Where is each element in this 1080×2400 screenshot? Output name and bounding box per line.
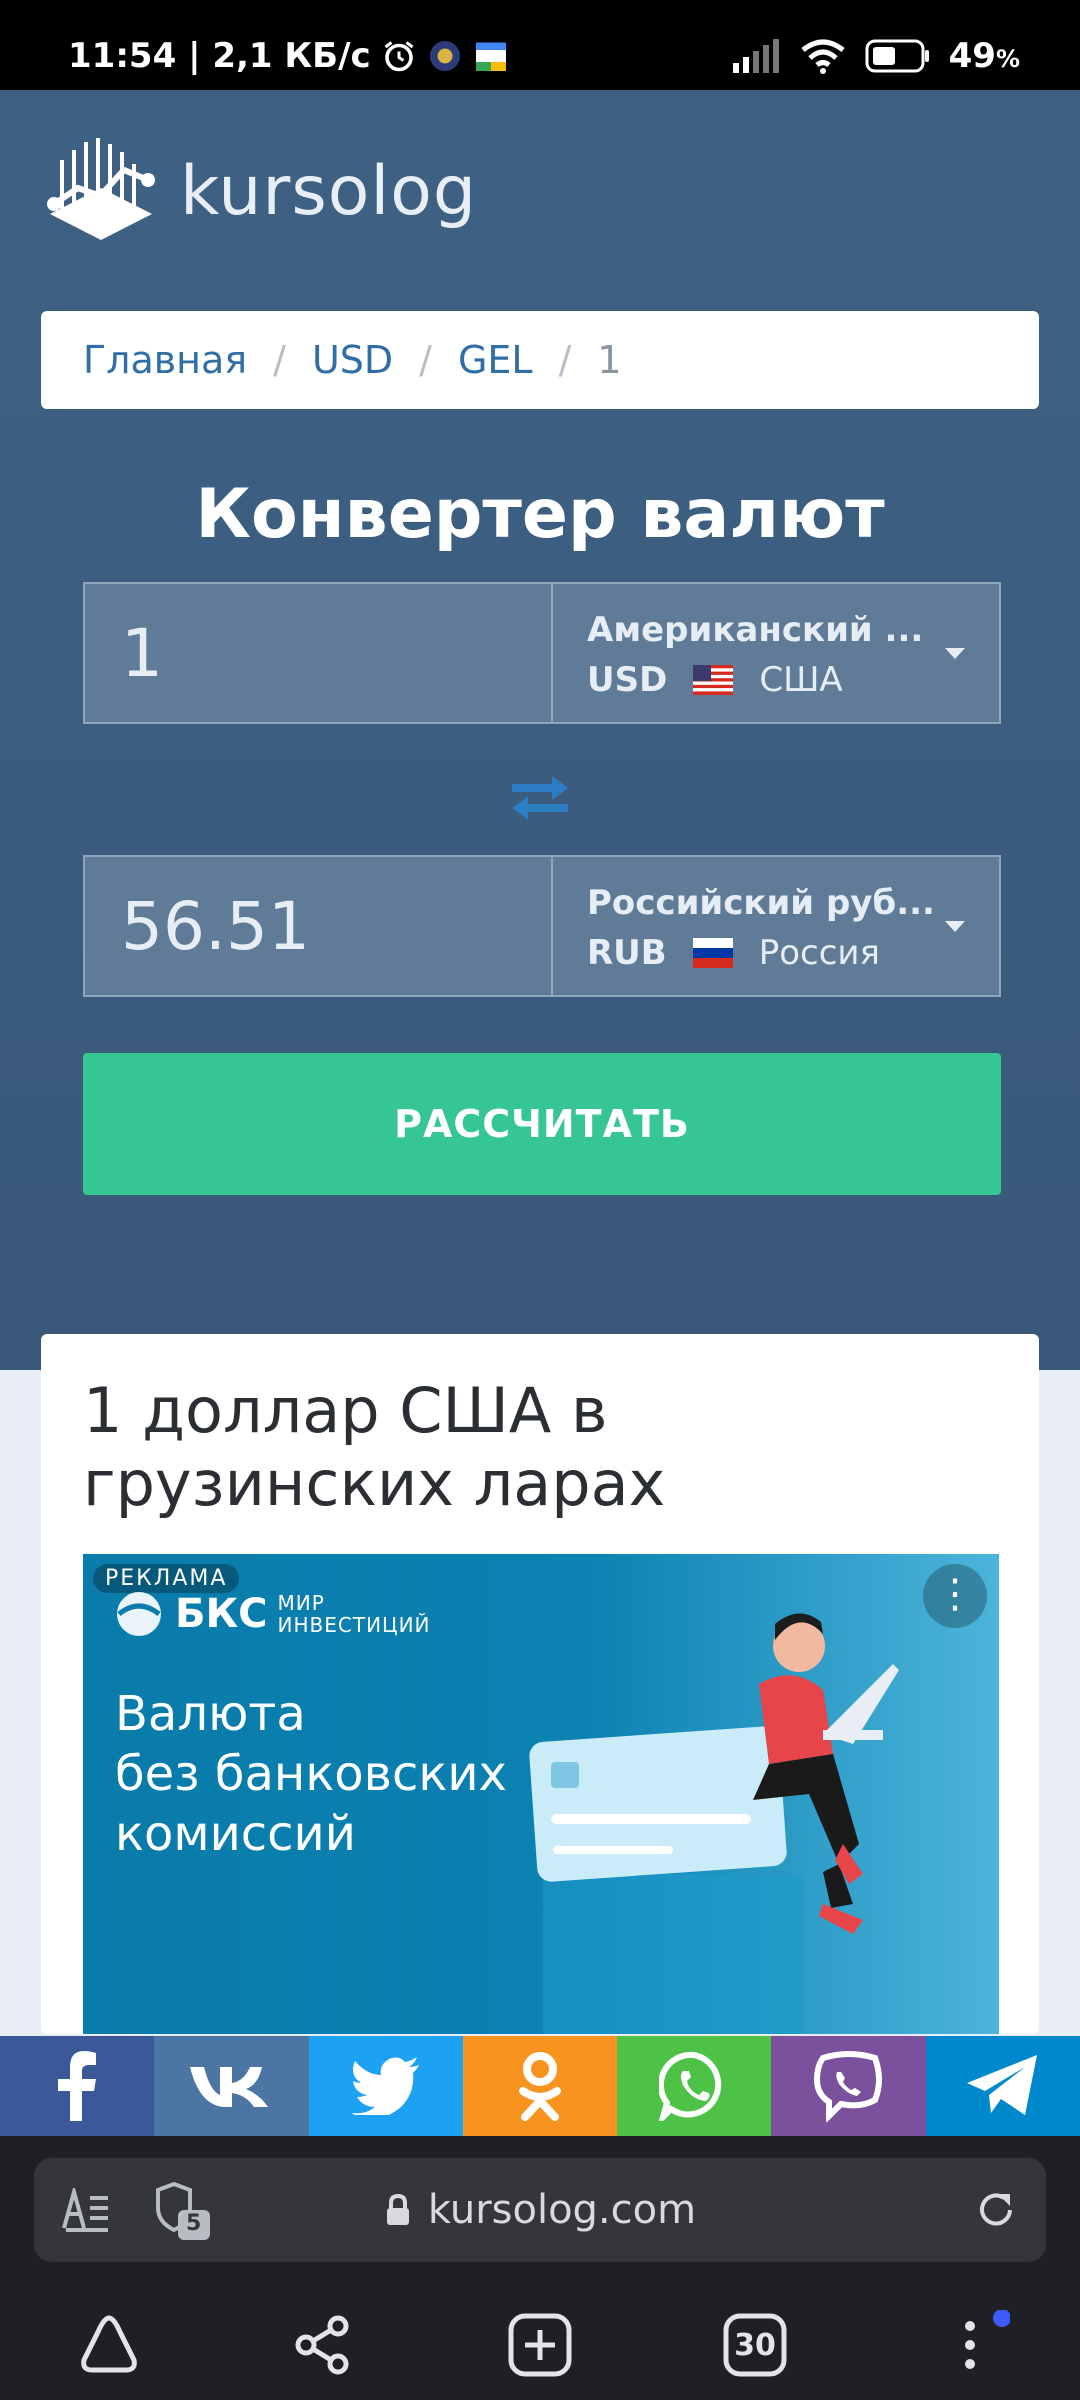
calculate-button[interactable]: РАССЧИТАТЬ <box>83 1053 1001 1195</box>
from-currency-country: США <box>759 660 843 700</box>
to-currency-country: Россия <box>758 933 880 973</box>
battery-level: 49% <box>948 36 1020 76</box>
ad-headline: Валюта без банковских комиссий <box>115 1686 507 1862</box>
wifi-icon <box>801 39 845 74</box>
url-text: kursolog.com <box>427 2187 697 2233</box>
usa-flag-icon <box>693 665 734 695</box>
swap-icon[interactable] <box>506 768 574 828</box>
ad-menu-button[interactable]: ⋮ <box>923 1564 987 1628</box>
tabs-button[interactable]: 30 <box>720 2310 790 2380</box>
chevron-down-icon <box>945 921 965 932</box>
russia-flag-icon <box>692 938 733 968</box>
to-currency-name: Российский руб... <box>587 883 935 923</box>
facebook-icon <box>58 2051 97 2121</box>
site-logo[interactable]: kursolog <box>40 130 477 252</box>
share-icon[interactable] <box>288 2310 358 2380</box>
odnoklassniki-icon <box>518 2052 561 2121</box>
whatsapp-share-button[interactable] <box>617 2036 772 2136</box>
ad-brand: БКС МИР ИНВЕСТИЦИЙ <box>115 1590 431 1638</box>
ad-brand-name: БКС <box>175 1591 268 1637</box>
from-amount-input[interactable]: 1 <box>83 582 553 724</box>
from-currency-code: USD <box>587 660 668 700</box>
viber-icon <box>813 2051 882 2122</box>
telegram-icon <box>966 2055 1037 2115</box>
ad-brand-sub: МИР ИНВЕСТИЦИЙ <box>277 1591 431 1637</box>
browser-toolbar: 5 kursolog.com 30 <box>0 2136 1080 2400</box>
status-time: 11:54 | 2,1 КБ/с <box>68 36 371 76</box>
menu-button[interactable] <box>940 2310 1010 2380</box>
alarm-icon <box>384 41 414 72</box>
emblem-icon <box>429 41 460 71</box>
twitter-share-button[interactable] <box>308 2036 463 2136</box>
facebook-share-button[interactable] <box>0 2036 155 2136</box>
vk-icon <box>190 2067 269 2107</box>
share-bar <box>0 2036 1080 2136</box>
bottom-navigation: 30 <box>0 2288 1080 2400</box>
breadcrumb-separator: / <box>558 338 572 382</box>
logo-text: kursolog <box>180 151 478 231</box>
battery-icon <box>865 39 929 73</box>
from-currency-select[interactable]: Американский ... USD США <box>553 582 1001 724</box>
to-currency-row: 56.51 Российский руб... RUB Россия <box>83 855 1001 997</box>
reload-icon[interactable] <box>976 2190 1016 2230</box>
new-tab-icon[interactable] <box>505 2310 575 2380</box>
bks-logo-icon <box>117 1592 161 1636</box>
address-bar[interactable]: 5 kursolog.com <box>34 2158 1046 2262</box>
from-currency-row: 1 Американский ... USD США <box>83 582 1001 724</box>
rate-card: 1 доллар США в грузинских ларах РЕКЛАМА … <box>41 1334 1039 2034</box>
converter-title: Конвертер валют <box>195 475 885 554</box>
home-icon[interactable] <box>74 2310 144 2380</box>
to-currency-code: RUB <box>587 933 667 973</box>
breadcrumb-home[interactable]: Главная <box>83 338 247 382</box>
breadcrumb: Главная / USD / GEL / 1 <box>41 311 1039 409</box>
ad-illustration <box>529 1613 899 2034</box>
vk-share-button[interactable] <box>154 2036 309 2136</box>
calendar-icon <box>475 42 506 71</box>
breadcrumb-current: 1 <box>597 338 622 382</box>
viber-share-button[interactable] <box>771 2036 926 2136</box>
breadcrumb-gel[interactable]: GEL <box>458 338 533 382</box>
advertisement-banner[interactable]: РЕКЛАМА БКС МИР ИНВЕСТИЦИЙ Валюта без бан… <box>83 1554 999 2034</box>
breadcrumb-separator: / <box>273 338 286 382</box>
to-currency-select[interactable]: Российский руб... RUB Россия <box>553 855 1001 997</box>
whatsapp-icon <box>659 2051 722 2121</box>
telegram-share-button[interactable] <box>925 2036 1080 2136</box>
breadcrumb-usd[interactable]: USD <box>312 338 393 382</box>
status-bar: 11:54 | 2,1 КБ/с 49% <box>0 0 1080 90</box>
tabs-count: 30 <box>734 2327 776 2363</box>
url-display[interactable]: kursolog.com <box>34 2158 1046 2262</box>
odnoklassniki-share-button[interactable] <box>462 2036 618 2136</box>
chevron-down-icon <box>945 648 965 659</box>
ad-badge: РЕКЛАМА <box>93 1564 240 1593</box>
twitter-icon <box>350 2057 419 2115</box>
from-currency-name: Американский ... <box>587 610 924 650</box>
rate-card-title: 1 доллар США в грузинских ларах <box>83 1374 666 1521</box>
breadcrumb-separator: / <box>419 338 432 382</box>
signal-icon <box>732 39 779 73</box>
kursolog-logo-icon <box>47 138 155 240</box>
to-amount-input[interactable]: 56.51 <box>83 855 553 997</box>
lock-icon <box>386 2194 409 2225</box>
more-vert-icon <box>965 2310 1010 2369</box>
